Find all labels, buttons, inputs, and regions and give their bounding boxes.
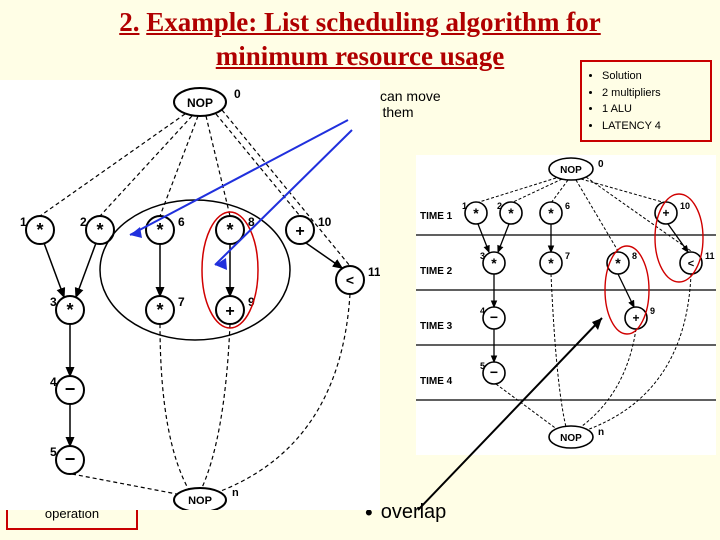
svg-text:10: 10	[680, 201, 690, 211]
svg-text:3: 3	[50, 295, 57, 309]
svg-text:TIME 1: TIME 1	[420, 211, 453, 222]
svg-text:2: 2	[497, 201, 502, 211]
title-line-1: Example: List scheduling algorithm for	[146, 7, 601, 37]
svg-text:NOP: NOP	[187, 96, 213, 110]
svg-text:*: *	[548, 205, 554, 221]
svg-text:NOP: NOP	[188, 495, 212, 507]
title-prefix: 2.	[119, 7, 139, 37]
left-diagram: NOP 0 *1 *2 *6 *8 +10 <11 *3 *7 +9 −4 −5	[0, 80, 380, 510]
solution-item: LATENCY 4	[602, 118, 706, 135]
solution-item: 2 multipliers	[602, 85, 706, 102]
svg-text:*: *	[36, 220, 43, 240]
svg-text:NOP: NOP	[560, 433, 582, 444]
svg-text:5: 5	[480, 361, 485, 371]
svg-text:*: *	[508, 205, 514, 221]
svg-text:TIME 3: TIME 3	[420, 321, 453, 332]
svg-text:n: n	[598, 427, 604, 438]
svg-text:+: +	[632, 311, 639, 325]
svg-text:n: n	[232, 487, 239, 499]
svg-text:1: 1	[462, 201, 467, 211]
solution-item: 1 ALU	[602, 101, 706, 118]
svg-text:<: <	[688, 258, 694, 270]
svg-text:0: 0	[234, 87, 241, 101]
svg-text:*: *	[548, 255, 554, 271]
svg-text:*: *	[66, 300, 73, 320]
svg-text:*: *	[226, 220, 233, 240]
svg-text:10: 10	[318, 215, 332, 229]
svg-text:−: −	[490, 309, 498, 325]
svg-text:+: +	[295, 223, 304, 240]
svg-text:*: *	[156, 220, 163, 240]
svg-text:5: 5	[50, 445, 57, 459]
svg-text:<: <	[346, 272, 354, 288]
svg-text:*: *	[473, 205, 479, 221]
solution-box: Solution 2 multipliers 1 ALU LATENCY 4	[580, 60, 712, 142]
svg-text:−: −	[65, 449, 76, 469]
svg-text:*: *	[491, 255, 497, 271]
svg-text:8: 8	[632, 251, 637, 261]
svg-text:6: 6	[178, 215, 185, 229]
solution-item: Solution	[602, 68, 706, 85]
svg-text:+: +	[225, 303, 234, 320]
svg-text:11: 11	[705, 251, 715, 261]
svg-text:11: 11	[368, 265, 380, 279]
svg-text:NOP: NOP	[560, 165, 582, 176]
svg-text:1: 1	[20, 215, 27, 229]
svg-text:7: 7	[178, 295, 185, 309]
svg-text:*: *	[156, 300, 163, 320]
svg-text:0: 0	[598, 159, 604, 170]
svg-text:4: 4	[50, 375, 57, 389]
title-line-2: minimum resource usage	[216, 41, 504, 71]
svg-text:+: +	[662, 206, 669, 220]
svg-text:TIME 4: TIME 4	[420, 376, 453, 387]
svg-text:*: *	[96, 220, 103, 240]
svg-text:9: 9	[650, 306, 655, 316]
svg-text:*: *	[615, 255, 621, 271]
svg-text:6: 6	[565, 201, 570, 211]
svg-text:7: 7	[565, 251, 570, 261]
svg-text:2: 2	[80, 215, 87, 229]
svg-text:TIME 2: TIME 2	[420, 266, 453, 277]
svg-text:4: 4	[480, 306, 485, 316]
svg-text:3: 3	[480, 251, 485, 261]
svg-text:−: −	[490, 364, 498, 380]
svg-text:−: −	[65, 379, 76, 399]
right-diagram: NOP 0 TIME 1 TIME 2 TIME 3 TIME 4 *1 *2 …	[416, 155, 716, 455]
